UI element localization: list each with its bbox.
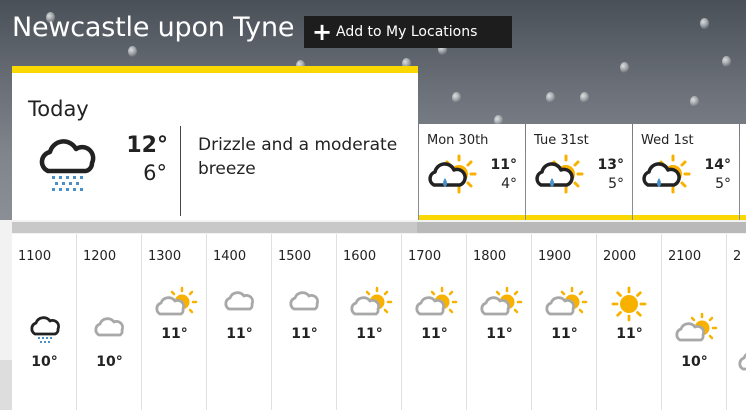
hour-temp: 10° bbox=[31, 354, 58, 370]
add-to-locations-label: Add to My Locations bbox=[336, 24, 478, 40]
raindrop bbox=[620, 62, 629, 73]
plus-icon: + bbox=[312, 18, 333, 46]
hour-slot[interactable]: 1900 11° bbox=[532, 234, 597, 410]
day-low-temp: 5° bbox=[608, 176, 624, 192]
hour-time: 1600 bbox=[343, 249, 377, 264]
hour-time: 1700 bbox=[408, 249, 442, 264]
hour-slot[interactable]: 1300 11° bbox=[142, 234, 207, 410]
day-card-partial[interactable] bbox=[740, 124, 746, 220]
day-name: Tue 31st bbox=[534, 133, 589, 148]
day-low-temp: 4° bbox=[501, 176, 517, 192]
scrollbar-thumb[interactable] bbox=[12, 222, 417, 233]
hour-time: 1900 bbox=[538, 249, 572, 264]
day-card-tue[interactable]: Tue 31st 13° 5° bbox=[526, 124, 632, 220]
hour-time: 1300 bbox=[148, 249, 182, 264]
today-low-temp: 6° bbox=[143, 161, 167, 185]
today-label: Today bbox=[28, 97, 89, 121]
hour-slot-partial[interactable]: 2 bbox=[727, 234, 746, 410]
raindrop bbox=[452, 92, 461, 103]
light-rain-sunny-intervals-icon bbox=[428, 154, 477, 194]
hour-slot[interactable]: 1100 10° bbox=[12, 234, 77, 410]
light-cloud-icon bbox=[224, 291, 254, 311]
hour-temp: 11° bbox=[291, 326, 318, 342]
day-card-wed[interactable]: Wed 1st 14° 5° bbox=[633, 124, 739, 220]
left-gutter bbox=[0, 360, 12, 410]
hour-time: 1800 bbox=[473, 249, 507, 264]
hour-slot[interactable]: 1400 11° bbox=[207, 234, 272, 410]
hour-time: 1500 bbox=[278, 249, 312, 264]
hour-time: 1200 bbox=[83, 249, 117, 264]
today-description: Drizzle and a moderate breeze bbox=[198, 135, 398, 179]
hour-temp: 11° bbox=[551, 326, 578, 342]
sunny-intervals-icon bbox=[480, 286, 523, 316]
light-rain-sunny-intervals-icon bbox=[535, 154, 584, 194]
light-cloud-icon bbox=[289, 291, 319, 311]
sunny-intervals-icon bbox=[675, 312, 718, 342]
hour-slot[interactable]: 1600 11° bbox=[337, 234, 402, 410]
raindrop bbox=[722, 56, 731, 67]
hour-time: 2100 bbox=[668, 249, 702, 264]
hour-time: 2000 bbox=[603, 249, 637, 264]
sunny-intervals-icon bbox=[350, 286, 393, 316]
hour-temp: 11° bbox=[486, 326, 513, 342]
hour-slot[interactable]: 1200 10° bbox=[77, 234, 142, 410]
day-high-temp: 13° bbox=[597, 157, 624, 173]
divider bbox=[180, 126, 181, 216]
today-card[interactable]: Today 12° 6° Drizzle and a moderate bree… bbox=[12, 66, 418, 220]
hour-temp: 10° bbox=[96, 354, 123, 370]
raindrop bbox=[546, 92, 555, 103]
sunny-intervals-icon bbox=[155, 286, 198, 316]
raindrop bbox=[128, 46, 137, 57]
drizzle-icon bbox=[39, 139, 96, 191]
hour-temp: 11° bbox=[356, 326, 383, 342]
sunny-intervals-icon bbox=[415, 286, 458, 316]
hour-temp: 11° bbox=[161, 326, 188, 342]
day-card-mon[interactable]: Mon 30th 11° 4° bbox=[419, 124, 525, 220]
hour-temp: 11° bbox=[616, 326, 643, 342]
location-title: Newcastle upon Tyne bbox=[12, 12, 295, 43]
day-name: Mon 30th bbox=[427, 133, 489, 148]
hourly-forecast: 1100 10° 1200 10° 1300 11° 1400 11° 1500 bbox=[12, 234, 746, 410]
today-high-temp: 12° bbox=[126, 133, 168, 158]
add-to-locations-button[interactable]: + Add to My Locations bbox=[304, 16, 512, 48]
light-cloud-icon bbox=[94, 317, 124, 337]
hour-time: 1400 bbox=[213, 249, 247, 264]
hour-time: 1100 bbox=[18, 249, 52, 264]
light-cloud-icon bbox=[738, 353, 746, 371]
sunny-intervals-icon bbox=[545, 286, 588, 316]
light-rain-sunny-intervals-icon bbox=[642, 154, 691, 194]
hour-temp: 11° bbox=[226, 326, 253, 342]
hourly-scrollbar[interactable] bbox=[12, 222, 746, 233]
hour-temp: 10° bbox=[681, 354, 708, 370]
hour-slot[interactable]: 1500 11° bbox=[272, 234, 337, 410]
hour-slot[interactable]: 2000 11° bbox=[597, 234, 662, 410]
hour-slot[interactable]: 1700 11° bbox=[402, 234, 467, 410]
hour-temp: 11° bbox=[421, 326, 448, 342]
sunny-icon bbox=[611, 286, 647, 322]
drizzle-icon bbox=[30, 316, 60, 343]
hour-slot[interactable]: 1800 11° bbox=[467, 234, 532, 410]
day-high-temp: 14° bbox=[704, 157, 731, 173]
raindrop bbox=[700, 18, 709, 29]
raindrop bbox=[690, 96, 699, 107]
day-high-temp: 11° bbox=[490, 157, 517, 173]
day-name: Wed 1st bbox=[641, 133, 694, 148]
hour-time: 2 bbox=[733, 249, 742, 264]
hour-slot[interactable]: 2100 10° bbox=[662, 234, 727, 410]
raindrop bbox=[580, 92, 589, 103]
day-low-temp: 5° bbox=[715, 176, 731, 192]
